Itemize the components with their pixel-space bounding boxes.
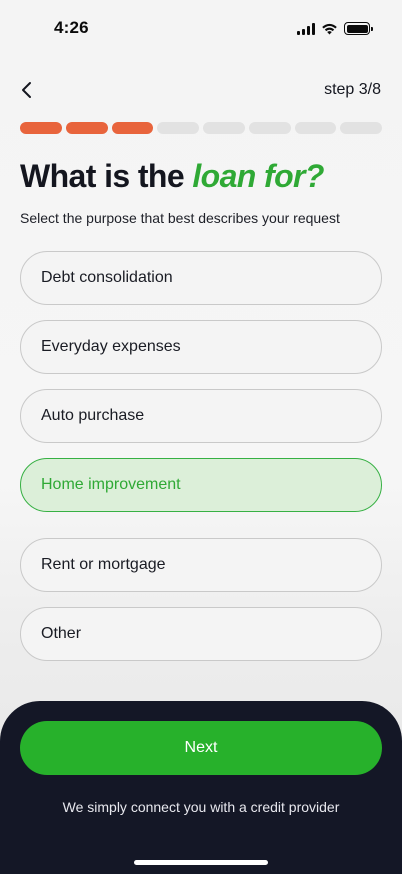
progress-segment — [340, 122, 382, 134]
progress-segment — [203, 122, 245, 134]
page-subtitle: Select the purpose that best describes y… — [20, 210, 340, 226]
status-time: 4:26 — [54, 18, 89, 37]
chevron-left-icon — [22, 82, 31, 98]
progress-segment — [248, 122, 291, 134]
status-icons — [297, 22, 373, 35]
progress-segment — [294, 122, 337, 134]
option-other[interactable]: Other — [20, 607, 382, 661]
status-bar: 4:26 — [0, 0, 402, 58]
progress-segment — [20, 122, 62, 134]
footer-note: We simply connect you with a credit prov… — [62, 799, 340, 815]
progress-segment — [111, 122, 154, 134]
option-home-improvement[interactable]: Home improvement — [20, 458, 382, 512]
title-accent: loan for? — [192, 158, 324, 194]
loan-purpose-screen: 4:26 step 3/8 What is the loan for? Sele… — [0, 0, 402, 874]
signal-icon — [297, 22, 315, 35]
back-button[interactable] — [20, 76, 52, 104]
battery-icon — [344, 22, 373, 35]
option-debt-consolidation[interactable]: Debt consolidation — [20, 251, 382, 305]
option-everyday-expenses[interactable]: Everyday expenses — [20, 320, 382, 374]
bottom-sheet: Next We simply connect you with a credit… — [0, 701, 402, 874]
progress-bar — [20, 122, 382, 134]
option-auto-purchase[interactable]: Auto purchase — [20, 389, 382, 443]
wifi-icon — [322, 23, 337, 34]
next-button[interactable]: Next — [20, 721, 382, 775]
progress-segment — [65, 122, 108, 134]
title-text: What is the — [20, 158, 193, 194]
option-rent-or-mortgage[interactable]: Rent or mortgage — [20, 538, 382, 592]
page-title: What is the loan for? — [20, 158, 324, 195]
home-indicator — [134, 860, 268, 865]
progress-segment — [157, 122, 199, 134]
step-indicator: step 3/8 — [324, 81, 381, 98]
